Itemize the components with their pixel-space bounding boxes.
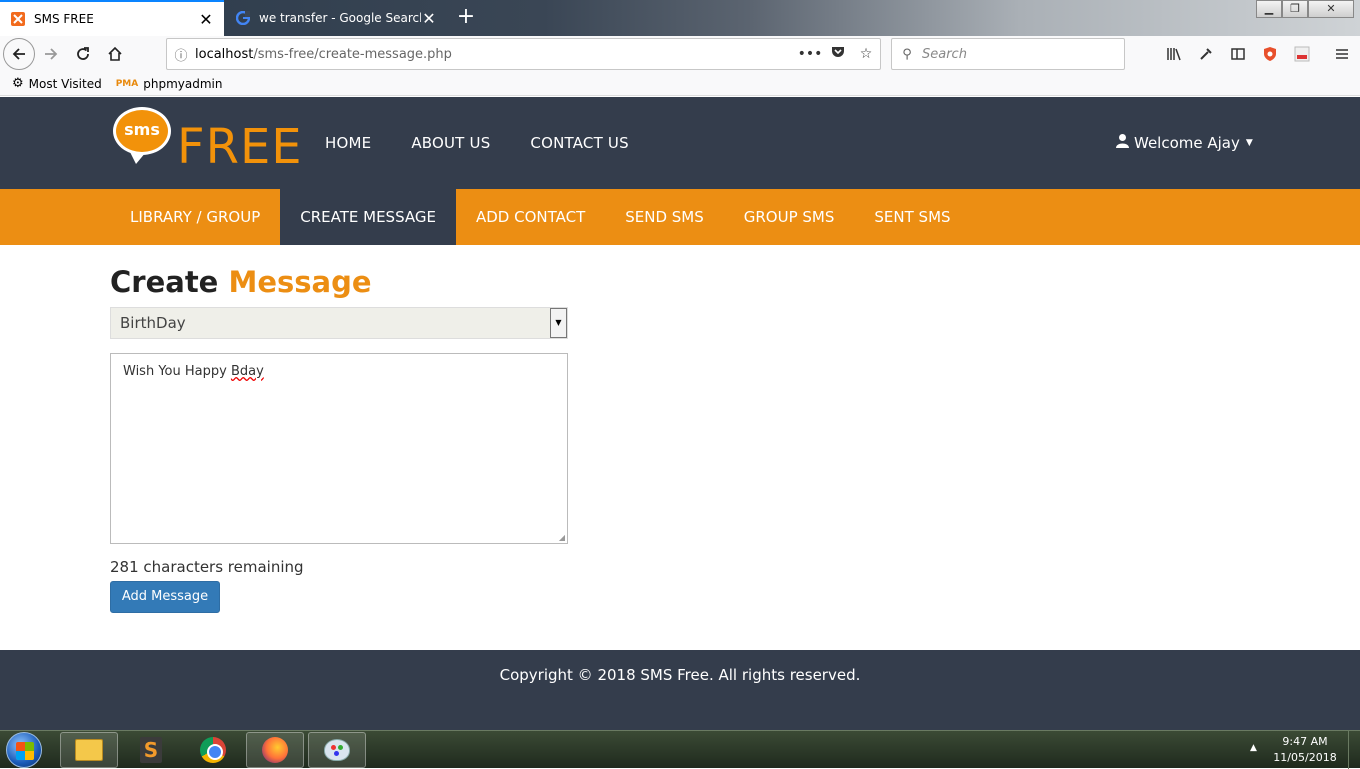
page-title-part1: Create bbox=[110, 265, 219, 299]
message-textarea[interactable]: Wish You Happy Bday ◢ bbox=[110, 353, 568, 544]
caret-down-icon: ▼ bbox=[1245, 137, 1253, 148]
xampp-icon bbox=[10, 11, 26, 27]
back-button[interactable] bbox=[3, 38, 35, 70]
bookmark-star-icon[interactable]: ☆ bbox=[852, 46, 880, 62]
tray-expand-icon[interactable]: ▲ bbox=[1250, 743, 1257, 753]
new-tab-button[interactable]: + bbox=[453, 4, 479, 29]
subnav-group-sms[interactable]: GROUP SMS bbox=[724, 189, 855, 245]
google-icon bbox=[235, 10, 251, 26]
forward-arrow-icon bbox=[45, 48, 58, 60]
windows-taskbar: S ▲ 9:47 AM 11/05/2018 bbox=[0, 730, 1360, 769]
subnav-send-sms[interactable]: SEND SMS bbox=[605, 189, 724, 245]
subnav-add-contact[interactable]: ADD CONTACT bbox=[456, 189, 605, 245]
address-bar[interactable]: ⓘ localhost /sms-free/create-message.php… bbox=[166, 38, 881, 70]
restore-button[interactable]: ❐ bbox=[1282, 0, 1308, 18]
url-path: /sms-free/create-message.php bbox=[253, 46, 452, 62]
close-tab-icon[interactable]: ✕ bbox=[421, 9, 437, 28]
tab-google-search[interactable]: we transfer - Google Search ✕ bbox=[225, 0, 447, 36]
add-message-button[interactable]: Add Message bbox=[110, 581, 220, 613]
clock-date: 11/05/2018 bbox=[1273, 751, 1337, 764]
group-select-value: BirthDay bbox=[120, 314, 186, 332]
taskbar-chrome[interactable] bbox=[184, 732, 242, 768]
search-icon: ⚲ bbox=[902, 46, 912, 62]
home-button[interactable] bbox=[99, 38, 131, 70]
info-icon[interactable]: ⓘ bbox=[167, 45, 195, 64]
group-select[interactable]: BirthDay ▼ bbox=[110, 307, 568, 339]
user-menu[interactable]: Welcome Ajay ▼ bbox=[1115, 133, 1253, 152]
reload-button[interactable] bbox=[67, 38, 99, 70]
pocket-icon[interactable] bbox=[824, 45, 852, 63]
sublime-text-icon: S bbox=[140, 737, 162, 763]
subnav-create-message[interactable]: CREATE MESSAGE bbox=[280, 189, 456, 245]
logo-word: FREE bbox=[177, 119, 303, 175]
forward-button[interactable] bbox=[35, 38, 67, 70]
tab-sms-free[interactable]: SMS FREE ✕ bbox=[0, 0, 224, 36]
bookmark-label: phpmyadmin bbox=[143, 76, 223, 91]
subnav-library-group[interactable]: LIBRARY / GROUP bbox=[110, 189, 280, 245]
home-icon bbox=[108, 46, 122, 61]
create-message-form: Create Message BirthDay ▼ Wish You Happy… bbox=[110, 245, 570, 613]
windows-logo-icon bbox=[16, 742, 34, 760]
page-title: Create Message bbox=[110, 265, 570, 299]
back-arrow-icon bbox=[12, 48, 25, 60]
user-welcome-label: Welcome Ajay bbox=[1134, 133, 1240, 152]
subnav-sent-sms[interactable]: SENT SMS bbox=[854, 189, 970, 245]
character-counter: 281 characters remaining bbox=[110, 558, 304, 576]
taskbar-sublime[interactable]: S bbox=[122, 732, 180, 768]
taskbar-paint[interactable] bbox=[308, 732, 366, 768]
paint-palette-icon bbox=[324, 739, 350, 761]
chrome-icon bbox=[200, 737, 226, 763]
cors-extension-icon[interactable] bbox=[1286, 38, 1318, 70]
toolbar-icons bbox=[1158, 38, 1358, 70]
bookmarks-toolbar: ⚙ Most Visited PMA phpmyadmin bbox=[0, 72, 1360, 96]
message-text: Wish You Happy bbox=[123, 364, 231, 379]
system-clock[interactable]: 9:47 AM 11/05/2018 bbox=[1270, 734, 1340, 766]
eyedropper-icon[interactable] bbox=[1190, 38, 1222, 70]
close-window-button[interactable]: ✕ bbox=[1308, 0, 1354, 18]
clock-time: 9:47 AM bbox=[1282, 735, 1328, 748]
phpmyadmin-icon: PMA bbox=[115, 78, 139, 89]
nav-contact-us[interactable]: CONTACT US bbox=[530, 134, 628, 152]
browser-toolbar: ⓘ localhost /sms-free/create-message.php… bbox=[0, 36, 1360, 72]
resize-grip-icon[interactable]: ◢ bbox=[559, 533, 565, 542]
message-misspelled-word: Bday bbox=[230, 364, 264, 379]
close-tab-icon[interactable]: ✕ bbox=[198, 10, 214, 29]
sub-nav: LIBRARY / GROUP CREATE MESSAGE ADD CONTA… bbox=[0, 189, 1360, 245]
reload-icon bbox=[77, 47, 89, 60]
nav-about-us[interactable]: ABOUT US bbox=[411, 134, 490, 152]
taskbar-explorer[interactable] bbox=[60, 732, 118, 768]
site-footer: Copyright © 2018 SMS Free. All rights re… bbox=[0, 650, 1360, 730]
dropdown-arrow-icon[interactable]: ▼ bbox=[550, 308, 567, 338]
show-desktop-button[interactable] bbox=[1348, 731, 1360, 769]
bookmark-phpmyadmin[interactable]: PMA phpmyadmin bbox=[116, 77, 223, 91]
firefox-icon bbox=[262, 737, 288, 763]
nav-home[interactable]: HOME bbox=[325, 134, 371, 152]
menu-icon[interactable] bbox=[1326, 38, 1358, 70]
bookmark-label: Most Visited bbox=[28, 76, 102, 91]
tab-title: SMS FREE bbox=[34, 12, 94, 26]
logo-bubble: sms bbox=[113, 107, 171, 164]
user-icon bbox=[1115, 133, 1130, 152]
taskbar-firefox[interactable] bbox=[246, 732, 304, 768]
site-logo[interactable]: sms FREE bbox=[113, 107, 303, 171]
browser-tab-strip: SMS FREE ✕ we transfer - Google Search ✕… bbox=[0, 0, 1360, 36]
window-controls: ▁ ❐ ✕ bbox=[1256, 0, 1354, 18]
folder-icon bbox=[75, 739, 103, 761]
copyright-text: Copyright © 2018 SMS Free. All rights re… bbox=[499, 666, 861, 684]
search-input[interactable]: Search bbox=[922, 47, 967, 62]
site-header: sms FREE HOME ABOUT US CONTACT US Welcom… bbox=[0, 97, 1360, 189]
page-actions-icon[interactable]: ••• bbox=[796, 46, 824, 62]
tab-title: we transfer - Google Search bbox=[259, 11, 421, 25]
gear-icon: ⚙ bbox=[12, 76, 24, 91]
sidebar-icon[interactable] bbox=[1222, 38, 1254, 70]
shield-icon[interactable] bbox=[1254, 38, 1286, 70]
url-host: localhost bbox=[195, 46, 254, 62]
main-nav: HOME ABOUT US CONTACT US bbox=[325, 134, 629, 152]
page-title-part2: Message bbox=[228, 265, 372, 299]
start-button[interactable] bbox=[6, 732, 42, 768]
bookmark-most-visited[interactable]: ⚙ Most Visited bbox=[12, 76, 102, 91]
library-icon[interactable] bbox=[1158, 38, 1190, 70]
minimize-button[interactable]: ▁ bbox=[1256, 0, 1282, 18]
search-bar[interactable]: ⚲ Search bbox=[891, 38, 1125, 70]
